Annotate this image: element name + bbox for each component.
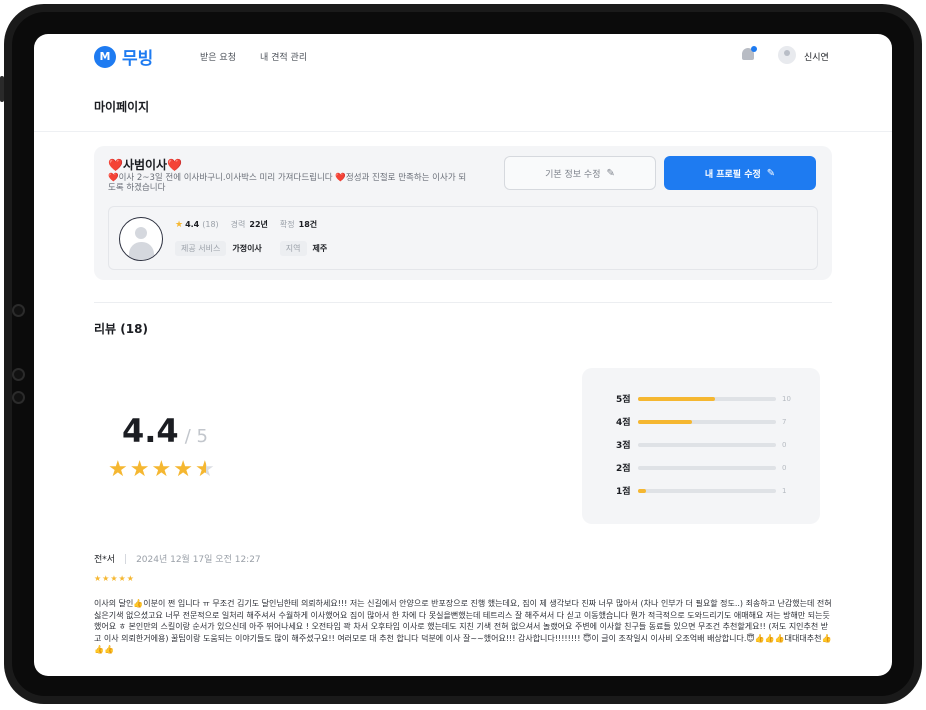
top-nav: M 무빙 받은 요청 내 견적 관리 신시연 [34,34,892,78]
star-icon: ★ [151,457,172,482]
rating-row-label: 3점 [616,441,631,451]
sensor-icon [12,391,25,404]
notification-bell-icon[interactable] [740,46,757,64]
profile-card: ❤️사범이사❤️ ❤️이사 2~3일 전에 이사바구니.이사박스 미리 가져다드… [94,146,832,280]
rating-row: 3점 0 [616,438,787,452]
screen: M 무빙 받은 요청 내 견적 관리 신시연 마이페이지 ❤️사범이사❤️ ❤️… [34,34,892,676]
star-icon: ★ [129,457,150,482]
sensor-icon [12,368,25,381]
edit-basic-info-label: 기본 정보 수정 [545,169,601,180]
rating-bar-fill [638,396,715,401]
region-label: 지역 [279,241,307,256]
star-icon: ★ [118,574,126,583]
rating-row-label: 1점 [616,487,631,497]
average-score: 4.4 / 5 [122,412,208,450]
camera-icon [12,304,25,317]
review-header: 전*서 2024년 12월 17일 오전 12:27 [94,552,261,565]
region-value: 제주 [312,244,328,253]
rating-value: 4.4 [185,220,200,229]
profile-description: ❤️이사 2~3일 전에 이사바구니.이사박스 미리 가져다드립니다 ❤️정성과… [108,173,467,193]
rating-bar-fill [638,488,646,493]
rating-bar-fill [638,419,692,424]
review-text: 이사의 달인👍이분이 쩐 입니다 ㅠ 무조건 김기도 달인님한테 의뢰하세요!!… [94,599,832,654]
separator [125,553,127,564]
edit-basic-info-button[interactable]: 기본 정보 수정 ✎ [504,156,656,190]
average-score-value: 4.4 [122,412,179,450]
average-score-max: / 5 [184,426,208,447]
star-icon: ★ [126,574,134,583]
edit-profile-label: 내 프로필 수정 [704,169,761,180]
half-star-icon: ★ [194,457,215,482]
rating-bar-track [638,419,776,424]
rating-row-count: 1 [782,486,787,495]
star-icon: ★ [94,574,102,583]
divider [94,302,832,303]
user-avatar[interactable] [778,46,796,64]
rating-row: 1점 1 [616,484,787,498]
rating-distribution: 5점 10 4점 7 3점 0 2점 0 1점 1 [582,368,820,524]
stats-row: ★ 4.4 (18) 경력 22년 확정 18건 [175,219,320,230]
review-date: 2024년 12월 17일 오전 12:27 [136,555,261,565]
rating-row-count: 7 [782,417,787,426]
rating-row-count: 10 [782,394,791,403]
profile-avatar [119,217,163,261]
rating-row: 4점 7 [616,415,787,429]
star-icon: ★ [102,574,110,583]
rating-row: 2점 0 [616,461,787,475]
rating-row-label: 2점 [616,464,631,474]
rating-row-label: 4점 [616,418,631,428]
nav-received-requests[interactable]: 받은 요청 [200,50,236,63]
rating-row: 5점 10 [616,392,791,406]
reviewer-name: 전*서 [94,555,116,565]
rating-count: (18) [202,220,219,229]
confirmed-label: 확정 [279,220,295,229]
average-stars: ★ ★ ★ ★ ★ [108,459,215,481]
edit-profile-button[interactable]: 내 프로필 수정 ✎ [664,156,816,190]
career-value: 22년 [249,220,268,229]
star-icon: ★ [173,457,193,482]
review-section-title: 리뷰 (18) [94,322,148,336]
rating-bar-track [638,465,776,470]
divider [34,131,892,132]
notification-dot [751,46,757,52]
user-name[interactable]: 신시연 [804,50,829,63]
confirmed-value: 18건 [298,220,318,229]
career-label: 경력 [230,220,246,229]
pencil-icon: ✎ [606,167,615,179]
rating-bar-track [638,488,776,493]
pencil-icon: ✎ [766,167,776,179]
service-value: 가정이사 [232,244,262,253]
profile-info-box: ★ 4.4 (18) 경력 22년 확정 18건 제공 서비스 가정이사 지역 … [108,206,818,270]
service-label: 제공 서비스 [175,241,227,256]
page-title: 마이페이지 [94,100,150,114]
star-icon: ★ [108,457,128,482]
review-stars: ★ ★ ★ ★ ★ [94,574,134,583]
volume-button [0,76,4,102]
nav-my-quotes[interactable]: 내 견적 관리 [260,50,307,63]
rating-row-count: 0 [782,440,787,449]
rating-bar-track [638,442,776,447]
profile-name: ❤️사범이사❤️ [108,158,183,172]
logo-text: 무빙 [122,49,154,69]
logo-mark-icon: M [94,45,116,68]
service-row: 제공 서비스 가정이사 지역 제주 [175,241,330,256]
star-icon: ★ [175,219,184,230]
rating-bar-track [638,396,776,401]
rating-row-label: 5점 [616,395,631,405]
rating-row-count: 0 [782,463,787,472]
star-icon: ★ [110,574,118,583]
logo[interactable]: M 무빙 [94,44,153,69]
